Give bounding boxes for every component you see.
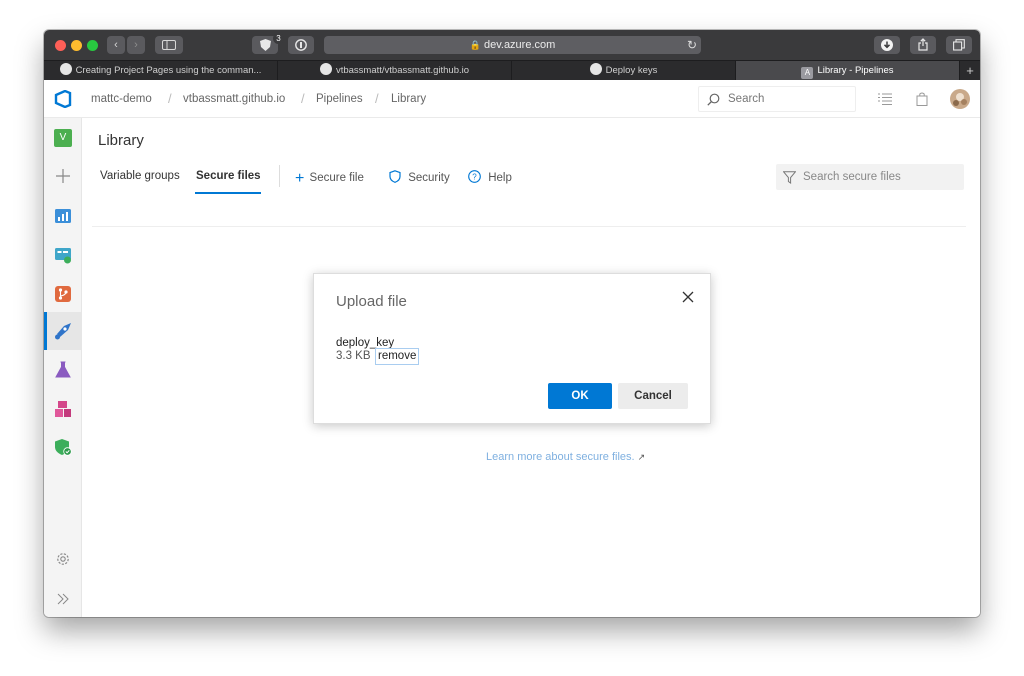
zoom-window-button[interactable] xyxy=(87,40,98,51)
artifacts-icon[interactable] xyxy=(54,400,72,418)
azure-tab-icon: A xyxy=(801,67,814,79)
app-header: mattc-demo / vtbassmatt.github.io / Pipe… xyxy=(44,80,980,118)
header-search-box[interactable]: Search xyxy=(698,86,856,112)
tab-selected-underline xyxy=(195,192,261,194)
forward-button[interactable]: › xyxy=(127,36,145,54)
tab-variable-groups[interactable]: Variable groups xyxy=(100,170,180,182)
github-icon xyxy=(319,63,332,75)
boards-icon[interactable] xyxy=(54,246,72,264)
address-bar[interactable]: 🔒 dev.azure.com xyxy=(324,36,701,54)
github-icon xyxy=(59,63,72,75)
secure-files-search-input[interactable]: Search secure files xyxy=(776,164,964,190)
add-icon[interactable] xyxy=(54,167,72,185)
breadcrumb-project[interactable]: vtbassmatt.github.io xyxy=(183,80,285,118)
breadcrumb-library[interactable]: Library xyxy=(391,80,426,118)
repos-icon[interactable] xyxy=(54,285,72,303)
ok-button[interactable]: OK xyxy=(548,383,612,409)
tab-overview-button[interactable] xyxy=(946,36,972,54)
share-button[interactable] xyxy=(910,36,936,54)
close-window-button[interactable] xyxy=(55,40,66,51)
header-divider xyxy=(92,226,966,227)
download-icon xyxy=(881,39,893,51)
shield-icon xyxy=(389,170,401,183)
overview-icon[interactable] xyxy=(54,207,72,225)
settings-gear-icon[interactable] xyxy=(54,550,72,568)
tab-secure-files[interactable]: Secure files xyxy=(196,170,261,182)
share-icon xyxy=(918,38,928,51)
breadcrumb-pipelines[interactable]: Pipelines xyxy=(316,80,363,118)
downloads-button[interactable] xyxy=(874,36,900,54)
minimize-window-button[interactable] xyxy=(71,40,82,51)
dialog-title: Upload file xyxy=(336,293,407,310)
new-tab-button[interactable]: + xyxy=(960,61,980,81)
task-list-icon[interactable] xyxy=(878,93,892,105)
add-secure-file-button[interactable]: + Secure file xyxy=(295,170,364,188)
search-placeholder: Search xyxy=(728,93,765,105)
security-button[interactable]: Security xyxy=(389,170,450,184)
chevron-left-icon: ‹ xyxy=(114,39,118,51)
lock-icon: 🔒 xyxy=(469,40,481,50)
cancel-button[interactable]: Cancel xyxy=(618,383,688,409)
learn-more-link[interactable]: Learn more about secure files. ↗ xyxy=(486,451,645,463)
chevron-right-icon: › xyxy=(134,39,138,51)
help-button[interactable]: ? Help xyxy=(468,170,512,184)
left-navigation: V xyxy=(44,118,82,617)
expand-nav-icon[interactable] xyxy=(54,590,72,608)
avatar[interactable] xyxy=(950,89,970,109)
url-text: dev.azure.com xyxy=(483,39,556,51)
svg-text:?: ? xyxy=(472,173,477,182)
sidebar-icon xyxy=(162,40,176,50)
breadcrumb-separator: / xyxy=(375,91,379,106)
keyhole-icon xyxy=(295,39,307,51)
file-size: 3.3 KB xyxy=(336,350,371,362)
breadcrumb-separator: / xyxy=(301,91,305,106)
page-title: Library xyxy=(98,132,144,149)
tabs-icon xyxy=(953,39,965,51)
plus-icon: + xyxy=(966,63,974,78)
sidebar-toggle-button[interactable] xyxy=(155,36,183,54)
browser-tab-active[interactable]: A Library - Pipelines xyxy=(736,61,960,81)
command-divider xyxy=(279,165,280,187)
shield-extension-icon xyxy=(259,39,271,51)
reload-icon[interactable]: ↻ xyxy=(687,36,697,54)
password-extension-button[interactable] xyxy=(288,36,314,54)
breadcrumb-org[interactable]: mattc-demo xyxy=(91,80,152,118)
search-placeholder: Search secure files xyxy=(803,171,901,183)
security-shield-icon[interactable] xyxy=(54,438,72,456)
breadcrumb-separator: / xyxy=(168,91,172,106)
test-plans-icon[interactable] xyxy=(54,361,72,379)
browser-tab-bar: Creating Project Pages using the comman.… xyxy=(44,60,980,81)
title-bar: ‹ › 3 🔒 dev.azure.com ↻ xyxy=(44,30,980,60)
remove-file-button[interactable]: remove xyxy=(375,348,420,365)
browser-tab[interactable]: Deploy keys xyxy=(512,61,736,81)
external-link-icon: ↗ xyxy=(637,452,646,462)
back-button[interactable]: ‹ xyxy=(107,36,125,54)
browser-tab[interactable]: Creating Project Pages using the comman.… xyxy=(44,61,278,81)
upload-file-dialog: Upload file deploy_key 3.3 KB remove OK … xyxy=(313,273,711,424)
org-avatar[interactable]: V xyxy=(54,129,72,147)
plus-icon: + xyxy=(295,170,305,187)
github-icon xyxy=(589,63,602,75)
close-icon[interactable] xyxy=(682,291,694,303)
browser-tab[interactable]: vtbassmatt/vtbassmatt.github.io xyxy=(278,61,512,81)
extension-badge: 3 xyxy=(273,33,284,44)
pipelines-icon[interactable] xyxy=(54,322,72,340)
help-icon: ? xyxy=(468,170,481,183)
azure-devops-logo-icon[interactable] xyxy=(54,90,72,108)
search-icon xyxy=(707,93,720,106)
filter-icon xyxy=(783,171,796,184)
shopping-bag-icon[interactable] xyxy=(916,92,928,106)
